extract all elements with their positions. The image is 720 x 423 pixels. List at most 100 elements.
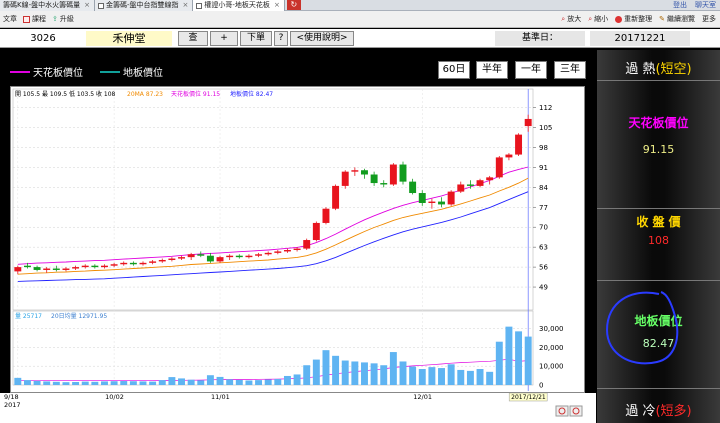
browser-tab-1[interactable]: 籌碼K線-盤中水火籌碼量 × [0,0,95,11]
volume-bar [255,380,263,385]
candle-body [168,258,176,260]
price-chart[interactable]: 49 56 63 70 77 84 91 98 105 112 0 10,000 20,000 30,00… [10,86,585,393]
new-tab-button[interactable]: ↻ [286,0,301,10]
upgrade-button[interactable]: ⇪ 升級 [52,14,74,24]
volume-bar [33,380,41,385]
candle-body [524,118,532,127]
order-button[interactable]: 下單 [240,31,272,46]
article-button[interactable]: 文章 [3,14,17,24]
continue-browse-button[interactable]: ✎ 繼續瀏覽 [659,14,695,24]
volume-bar [476,369,484,385]
chart-legend-row: 天花板價位 地板價位 60日 半年 一年 三年 [0,50,596,86]
volume-bar [197,380,205,385]
volume-bar [23,380,31,385]
ma20-readout: 20MA 87.23 [127,91,163,98]
overheat-row: 過 熱(短空) [625,62,692,77]
price-panel-frame [12,88,534,311]
stop-icon [615,15,623,23]
add-button[interactable]: + [210,31,238,46]
close-icon[interactable]: × [183,0,189,11]
volume-bar [389,352,397,385]
stock-header-bar: 3026 禾伸堂 查 + 下單 ? <使用說明> 基準日： 20171221 [0,29,720,48]
volume-bar [158,380,166,385]
magnify-icon: ⌕ [561,14,566,23]
divider [597,80,720,81]
volume-bar [62,382,70,385]
candle-body [139,262,147,265]
volume-bar [178,378,185,385]
price-tick-label: 77 [539,204,548,212]
range-one-year-button[interactable]: 一年 [515,61,547,79]
refresh-button[interactable]: 重新整理 [615,14,652,24]
volume-panel-frame [12,310,534,386]
range-three-year-button[interactable]: 三年 [554,61,586,79]
candle-body [245,255,253,258]
volume-bar [322,350,330,385]
logout-link[interactable]: 登出 [673,0,687,10]
chatroom-link[interactable]: 聊天室 [695,0,716,10]
usage-guide-button[interactable]: <使用說明> [290,31,354,46]
query-button[interactable]: 查 [178,31,208,46]
candle-body [216,257,224,262]
zoom-out-button[interactable]: ⌕ 縮小 [588,14,608,24]
candle-body [206,255,214,262]
page-icon [98,2,104,9]
candle-body [380,183,388,185]
browser-toolbar: 文章 課程 ⇪ 升級 ⌕ 放大 ⌕ 縮小 重新整理 ✎ 繼續瀏覽 更多 [0,11,720,28]
divider [597,280,720,281]
candle-body [91,265,99,268]
candle-body [409,181,417,194]
volume-bar [52,381,60,385]
volume-readout: 量 25717 [15,313,42,320]
volume-bar [409,366,417,385]
more-button[interactable]: 更多 [702,14,716,24]
volume-tick-label: 10,000 [539,363,564,371]
browser-tab-3[interactable]: 權證小哥-地板天花板 × [193,0,285,11]
browser-tab-2[interactable]: 金籌碼-盤中台指雙線指 × [95,0,194,11]
volume-tick-label: 30,000 [539,325,564,333]
volume-bar [110,381,118,385]
course-button[interactable]: 課程 [23,14,46,24]
candle-body [81,265,89,268]
help-button[interactable]: ? [274,31,288,46]
volume-bar [139,381,147,385]
x-year-label: 2017 [4,401,21,409]
candle-body [187,254,195,258]
x-tick-label: 12/01 [413,393,432,401]
candle-body [515,134,523,155]
close-icon[interactable]: × [84,0,90,11]
candle-body [226,255,234,258]
stock-name: 禾伸堂 [86,31,172,46]
price-tick-label: 84 [539,184,548,192]
candle-body [158,259,166,262]
pencil-icon: ✎ [659,15,665,23]
volume-bar [515,331,523,385]
x-axis-strip: 9/18 10/02 11/01 12/01 2017 2017/12/21 [0,392,596,423]
volume-bar [457,369,465,385]
upgrade-icon: ⇪ [52,15,58,23]
app-root: 籌碼K線-盤中水火籌碼量 × 金籌碼-盤中台指雙線指 × 權證小哥-地板天花板 … [0,0,720,423]
volume-tick-label: 20,000 [539,344,564,352]
candle-body [399,164,407,182]
chart-svg: 49 56 63 70 77 84 91 98 105 112 0 10,000 20,000 30,00… [12,88,564,391]
page-icon [196,2,203,9]
volume-tick-label: 0 [539,382,543,390]
x-axis-svg: 9/18 10/02 11/01 12/01 2017 2017/12/21 [4,392,583,417]
candle-body [466,184,474,186]
price-tick-label: 49 [539,284,548,292]
zoom-in-button[interactable]: ⌕ 放大 [561,14,581,24]
volume-bar [351,361,359,385]
candle-body [264,252,272,255]
volume-bar [264,379,272,385]
close-icon[interactable]: × [274,0,280,11]
volume-bar [235,379,243,385]
candle-body [303,240,311,249]
candle-body [197,254,205,256]
stock-code[interactable]: 3026 [0,31,86,46]
volume-bar [447,364,455,385]
range-half-year-button[interactable]: 半年 [476,61,508,79]
range-60d-button[interactable]: 60日 [438,61,470,79]
volume-bar [216,376,224,385]
volume-bar [361,362,368,385]
candle-body [178,257,185,259]
